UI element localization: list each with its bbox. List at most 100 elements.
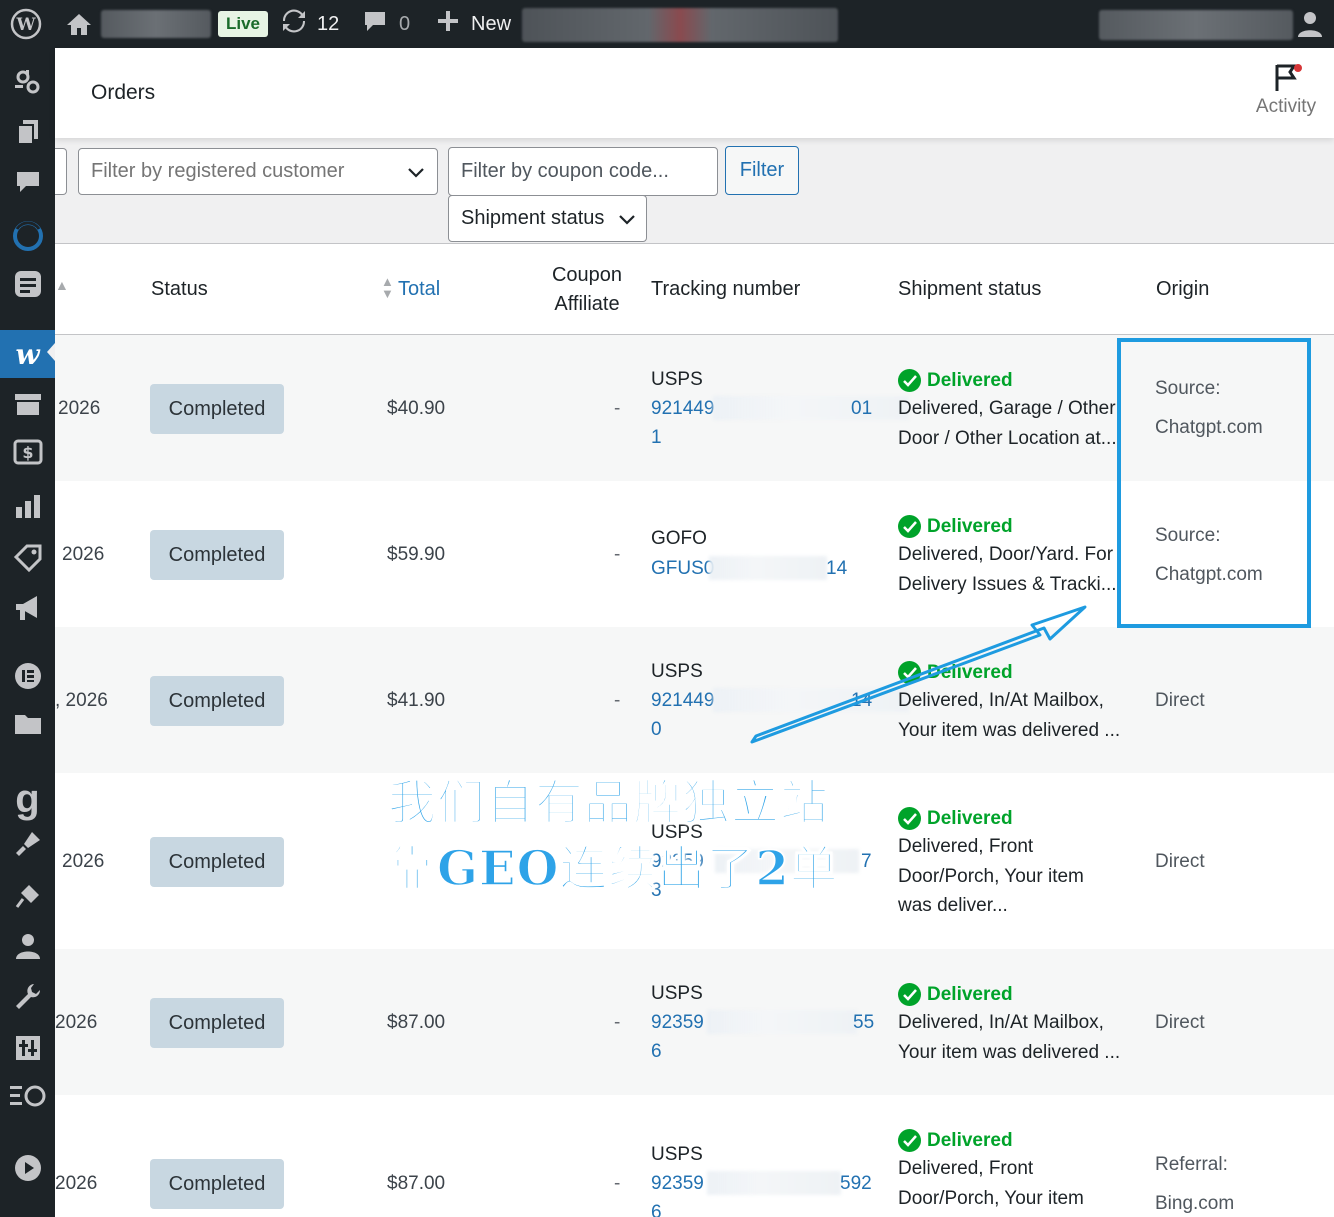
- tracking-link-line2[interactable]: 0: [651, 719, 662, 741]
- table-header: ▲ Status ▲ ▼ Total Coupon Affiliate Track…: [55, 243, 1334, 335]
- order-date: 2026: [55, 1173, 98, 1194]
- plugin-icon: [14, 882, 42, 915]
- shipment-line3: was deliver...: [898, 895, 1008, 916]
- customer-filter-placeholder: Filter by registered customer: [91, 160, 345, 182]
- new-content-link[interactable]: New: [437, 0, 511, 48]
- order-total: $41.90: [387, 690, 446, 711]
- tracking-link-start[interactable]: 921449: [651, 398, 714, 420]
- sidebar-item-comments[interactable]: [0, 162, 55, 206]
- dollar-icon: $: [13, 439, 43, 470]
- sidebar-item-seo[interactable]: [0, 1076, 55, 1120]
- status-badge: Completed: [150, 384, 284, 434]
- user-name-redacted[interactable]: [1099, 10, 1293, 40]
- svg-text:W: W: [15, 15, 36, 35]
- order-date: 2026: [55, 1012, 98, 1033]
- sidebar-item-users[interactable]: [0, 926, 55, 970]
- coupon-filter-input[interactable]: Filter by coupon code...: [448, 147, 718, 196]
- order-date: 2026: [58, 398, 101, 419]
- plus-icon: [437, 10, 459, 38]
- activity-button[interactable]: Activity: [1254, 62, 1318, 118]
- tracking-link-start[interactable]: 92359: [651, 1012, 704, 1034]
- tracking-link-line2[interactable]: 6: [651, 1202, 662, 1217]
- page-header: Orders Activity: [55, 48, 1334, 138]
- coupon-header-line1: Coupon: [551, 264, 623, 286]
- tracking-link-end[interactable]: 592: [840, 1173, 872, 1195]
- tracking-link-end[interactable]: 55: [853, 1012, 874, 1034]
- tracking-link-end[interactable]: 14: [826, 558, 847, 580]
- comments-link[interactable]: 0: [363, 0, 410, 48]
- wordpress-logo-icon[interactable]: W: [10, 0, 42, 48]
- tracking-link-start[interactable]: 92359: [651, 1173, 704, 1195]
- sidebar-item-woocommerce[interactable]: w: [0, 330, 55, 378]
- sidebar-item-elementor[interactable]: [0, 656, 55, 700]
- comment-icon: [363, 9, 387, 39]
- sidebar-item-tags[interactable]: [0, 538, 55, 582]
- archive-icon: [14, 392, 42, 421]
- tracking-link-end[interactable]: 01: [851, 398, 872, 420]
- shipment-status-select[interactable]: Shipment status: [448, 195, 647, 242]
- column-origin: Origin: [1156, 278, 1210, 300]
- tracking-redacted: [709, 556, 827, 580]
- sidebar-item-grammar[interactable]: g: [0, 772, 55, 826]
- sidebar-item-plugin-circle[interactable]: [0, 216, 55, 260]
- sidebar-item-plugins[interactable]: [0, 876, 55, 920]
- home-icon[interactable]: [66, 0, 92, 48]
- check-circle-icon: [898, 369, 921, 392]
- tracking-link-start[interactable]: GFUS0: [651, 558, 714, 580]
- sort-icon[interactable]: ▲ ▼: [381, 275, 394, 300]
- shipment-line1: Delivered, In/At Mailbox,: [898, 1012, 1104, 1033]
- sidebar-item-pages[interactable]: [0, 112, 55, 156]
- table-row[interactable]: 2026 Completed $87.00 - USPS 92359 55 6 …: [55, 949, 1334, 1095]
- delivered-label: Delivered: [927, 369, 1013, 391]
- sidebar-item-marketing[interactable]: [0, 588, 55, 632]
- sidebar-item-appearance[interactable]: [0, 824, 55, 868]
- check-circle-icon: [898, 1129, 921, 1152]
- delivered-status: Delivered: [898, 1129, 1013, 1152]
- date-filter-partial[interactable]: [55, 148, 67, 195]
- dashboard-icon: [13, 67, 43, 102]
- tracking-link-end[interactable]: 7: [861, 851, 872, 873]
- check-circle-icon: [898, 983, 921, 1006]
- shipment-detail: Delivered, In/At Mailbox, Your item was …: [898, 1008, 1128, 1067]
- page-title: Orders: [91, 81, 156, 104]
- order-total: $59.90: [387, 544, 446, 565]
- sidebar-item-settings[interactable]: [0, 1028, 55, 1072]
- coupon-header-line2: Affiliate: [554, 293, 620, 315]
- user-avatar-icon[interactable]: [1297, 0, 1323, 48]
- sidebar-item-media-player[interactable]: [0, 1148, 55, 1192]
- list-search-icon: [9, 1083, 47, 1114]
- carrier: USPS: [651, 1144, 703, 1165]
- sidebar-item-templates[interactable]: [0, 704, 55, 748]
- tracking-link-line2[interactable]: 6: [651, 1041, 662, 1063]
- sidebar-item-dashboard[interactable]: [0, 62, 55, 106]
- order-date: 2026: [62, 851, 105, 872]
- updates-icon: [281, 8, 307, 40]
- table-row[interactable]: , 2026 Completed $41.90 - USPS 921449 14…: [55, 627, 1334, 773]
- woocommerce-icon: w: [15, 337, 40, 371]
- filter-button[interactable]: Filter: [725, 146, 799, 195]
- site-name-redacted[interactable]: [101, 10, 211, 38]
- tracking-link-start[interactable]: 921449: [651, 690, 714, 712]
- user-icon: [15, 932, 41, 965]
- sort-arrows-icon[interactable]: ▲: [55, 277, 69, 293]
- tracking-link-line2[interactable]: 1: [651, 427, 662, 449]
- svg-text:$: $: [22, 443, 33, 462]
- customer-filter-select[interactable]: Filter by registered customer: [78, 148, 438, 195]
- sidebar-item-tools[interactable]: [0, 976, 55, 1020]
- carrier: USPS: [651, 983, 703, 1004]
- table-row[interactable]: 2026 Completed $87.00 - USPS 92359 592 6…: [55, 1095, 1334, 1217]
- sidebar-item-payments[interactable]: $: [0, 432, 55, 476]
- origin-label: Referral:: [1155, 1154, 1228, 1175]
- sidebar-item-analytics[interactable]: [0, 486, 55, 530]
- updates-link[interactable]: 12: [281, 0, 339, 48]
- wrench-icon: [14, 982, 42, 1015]
- order-total: $40.90: [387, 398, 446, 419]
- carrier: GOFO: [651, 528, 707, 549]
- column-total[interactable]: Total: [398, 278, 440, 301]
- sidebar-item-products[interactable]: [0, 384, 55, 428]
- shipment-status-label: Shipment status: [461, 207, 605, 229]
- menu-item-redacted[interactable]: [522, 8, 838, 42]
- flag-icon: [1254, 62, 1318, 96]
- sidebar-item-forms[interactable]: [0, 264, 55, 308]
- column-status: Status: [151, 278, 208, 300]
